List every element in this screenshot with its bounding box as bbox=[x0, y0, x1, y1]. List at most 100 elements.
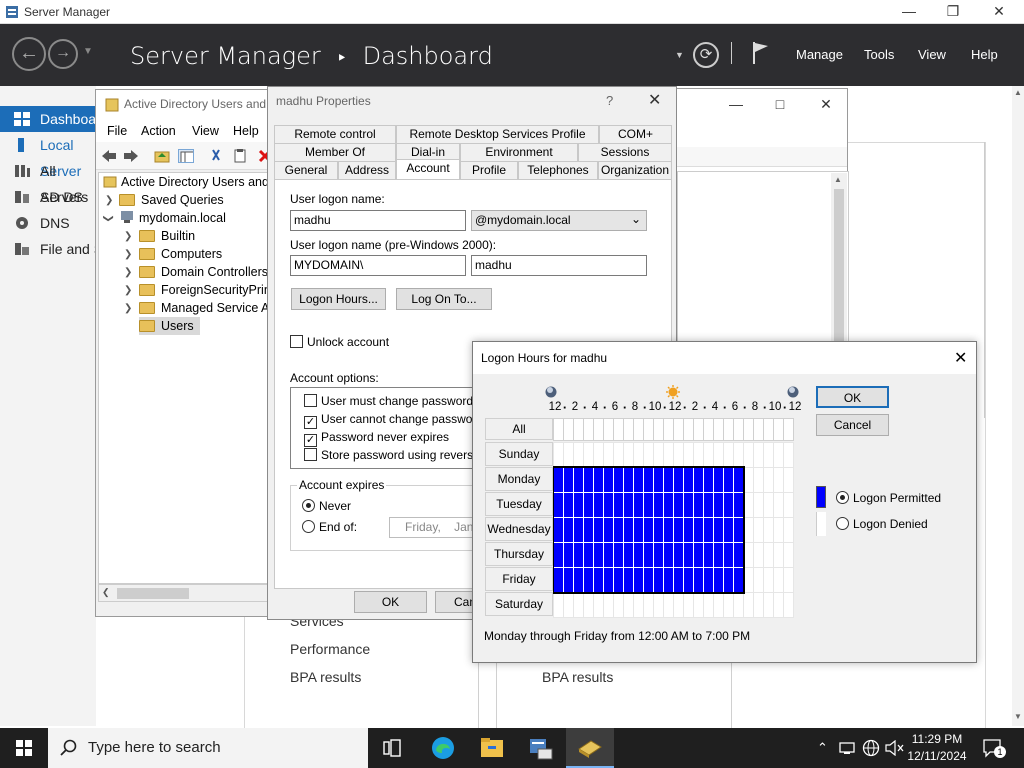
hour-cell-denied[interactable] bbox=[613, 592, 624, 618]
option-must-change[interactable]: User must change password at next logon bbox=[304, 394, 479, 408]
hour-cell-denied[interactable] bbox=[763, 442, 774, 468]
hour-cell-permitted[interactable] bbox=[723, 492, 734, 518]
hour-cell-permitted[interactable] bbox=[723, 542, 734, 568]
tree-managed-service[interactable]: Managed Service Accounts bbox=[139, 299, 269, 317]
hour-cell-denied[interactable] bbox=[773, 517, 784, 543]
tab-general[interactable]: General bbox=[274, 161, 338, 179]
hour-cell-denied[interactable] bbox=[643, 442, 654, 468]
hour-cell-denied[interactable] bbox=[663, 442, 674, 468]
hour-cell-permitted[interactable] bbox=[603, 542, 614, 568]
hour-cell-permitted[interactable] bbox=[713, 567, 724, 593]
hour-cell-permitted[interactable] bbox=[563, 467, 574, 493]
sidebar-item-local-server[interactable]: Local Server bbox=[0, 132, 96, 179]
hour-cell-permitted[interactable] bbox=[683, 567, 694, 593]
expand-chevron-icon[interactable]: ❯ bbox=[124, 249, 132, 260]
hour-cell-permitted[interactable] bbox=[733, 567, 744, 593]
bg-minimize-button[interactable]: — bbox=[713, 93, 759, 117]
hour-header-cell[interactable] bbox=[593, 418, 604, 441]
hour-cell-permitted[interactable] bbox=[643, 567, 654, 593]
option-cannot-change[interactable]: ✓ User cannot change password bbox=[304, 412, 479, 429]
checkbox[interactable] bbox=[304, 394, 317, 407]
day-button-friday[interactable]: Friday bbox=[485, 567, 553, 591]
tile-bpa-link[interactable]: BPA results bbox=[290, 669, 361, 685]
checkbox-checked[interactable]: ✓ bbox=[304, 434, 317, 447]
hour-cell-permitted[interactable] bbox=[653, 467, 664, 493]
show-hidden-icons-chevron[interactable]: ⌃ bbox=[817, 740, 828, 756]
hour-cell-denied[interactable] bbox=[653, 442, 664, 468]
menu-manage[interactable]: Manage bbox=[796, 47, 843, 62]
hour-header-cell[interactable] bbox=[613, 418, 624, 441]
logon-name-input[interactable]: madhu bbox=[290, 210, 466, 231]
log-on-to-button[interactable]: Log On To... bbox=[396, 288, 492, 310]
hour-cell-permitted[interactable] bbox=[633, 517, 644, 543]
menu-file[interactable]: File bbox=[107, 124, 127, 138]
radio-selected[interactable] bbox=[302, 499, 315, 512]
hour-cell-denied[interactable] bbox=[783, 492, 794, 518]
hour-cell-permitted[interactable] bbox=[703, 567, 714, 593]
tree-builtin[interactable]: Builtin bbox=[139, 227, 195, 245]
hour-cell-permitted[interactable] bbox=[603, 517, 614, 543]
hour-header-cell[interactable] bbox=[763, 418, 774, 441]
refresh-icon[interactable]: ⟳ bbox=[693, 42, 719, 68]
select-all-button[interactable]: All bbox=[485, 418, 553, 440]
hour-cell-permitted[interactable] bbox=[623, 467, 634, 493]
expand-chevron-icon[interactable]: ❯ bbox=[124, 285, 132, 296]
hour-header-cell[interactable] bbox=[583, 418, 594, 441]
hour-cell-denied[interactable] bbox=[643, 592, 654, 618]
menu-view[interactable]: View bbox=[192, 124, 219, 138]
hour-cell-permitted[interactable] bbox=[553, 567, 564, 593]
hour-cell-denied[interactable] bbox=[693, 592, 704, 618]
tab-rds-profile[interactable]: Remote Desktop Services Profile bbox=[396, 125, 599, 143]
hour-cell-denied[interactable] bbox=[683, 442, 694, 468]
hour-cell-permitted[interactable] bbox=[563, 567, 574, 593]
file-explorer-icon[interactable] bbox=[480, 737, 504, 759]
expand-chevron-icon[interactable]: ❯ bbox=[124, 267, 132, 278]
hour-cell-denied[interactable] bbox=[563, 592, 574, 618]
hour-cell-permitted[interactable] bbox=[563, 492, 574, 518]
hour-cell-permitted[interactable] bbox=[733, 542, 744, 568]
hour-cell-permitted[interactable] bbox=[593, 517, 604, 543]
hour-cell-denied[interactable] bbox=[753, 492, 764, 518]
hour-cell-denied[interactable] bbox=[753, 467, 764, 493]
hour-cell-denied[interactable] bbox=[583, 592, 594, 618]
hour-cell-denied[interactable] bbox=[773, 467, 784, 493]
hour-cell-permitted[interactable] bbox=[573, 467, 584, 493]
hour-cell-denied[interactable] bbox=[693, 442, 704, 468]
tree-foreign-security[interactable]: ForeignSecurityPrincipals bbox=[139, 281, 269, 299]
hour-cell-permitted[interactable] bbox=[583, 467, 594, 493]
hour-cell-permitted[interactable] bbox=[593, 542, 604, 568]
sidebar-item-dashboard[interactable]: Dashboard bbox=[0, 106, 109, 132]
hour-cell-permitted[interactable] bbox=[703, 467, 714, 493]
hour-cell-denied[interactable] bbox=[553, 442, 564, 468]
hour-cell-permitted[interactable] bbox=[613, 567, 624, 593]
hour-cell-permitted[interactable] bbox=[673, 492, 684, 518]
hour-cell-denied[interactable] bbox=[763, 567, 774, 593]
hour-cell-denied[interactable] bbox=[613, 442, 624, 468]
hour-header-cell[interactable] bbox=[753, 418, 764, 441]
flag-icon[interactable] bbox=[751, 40, 771, 66]
hour-cell-permitted[interactable] bbox=[733, 467, 744, 493]
hour-header-cell[interactable] bbox=[663, 418, 674, 441]
back-arrow-icon[interactable] bbox=[101, 149, 117, 163]
scroll-up-icon[interactable]: ▲ bbox=[834, 175, 842, 184]
sidebar-item-all-servers[interactable]: All Servers bbox=[0, 158, 96, 205]
tab-account[interactable]: Account bbox=[396, 159, 460, 179]
sidebar-item-dns[interactable]: DNS bbox=[0, 210, 96, 236]
back-button[interactable]: ← bbox=[12, 37, 46, 71]
hour-cell-denied[interactable] bbox=[753, 542, 764, 568]
hour-cell-permitted[interactable] bbox=[673, 542, 684, 568]
hour-cell-denied[interactable] bbox=[783, 567, 794, 593]
hour-cell-permitted[interactable] bbox=[633, 467, 644, 493]
hour-cell-permitted[interactable] bbox=[663, 517, 674, 543]
hour-cell-permitted[interactable] bbox=[653, 492, 664, 518]
hour-cell-denied[interactable] bbox=[773, 492, 784, 518]
scroll-down-icon[interactable]: ▼ bbox=[1014, 712, 1022, 721]
day-button-sunday[interactable]: Sunday bbox=[485, 442, 553, 466]
radio[interactable] bbox=[836, 517, 849, 530]
hour-cell-permitted[interactable] bbox=[613, 467, 624, 493]
hour-cell-permitted[interactable] bbox=[583, 542, 594, 568]
hour-cell-permitted[interactable] bbox=[623, 542, 634, 568]
hour-cell-permitted[interactable] bbox=[573, 542, 584, 568]
logon-permitted-radio[interactable]: Logon Permitted bbox=[836, 491, 941, 505]
hour-header-cell[interactable] bbox=[743, 418, 754, 441]
